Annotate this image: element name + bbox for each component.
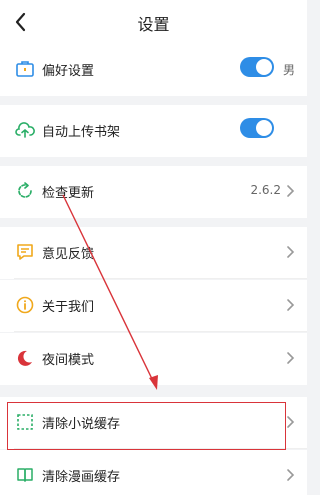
highlight-box <box>7 402 286 450</box>
row-clear-comic-cache[interactable]: 清除漫画缓存 <box>0 450 307 495</box>
check-update-label: 检查更新 <box>42 186 95 201</box>
feedback-label: 意见反馈 <box>42 247 95 262</box>
preferences-label: 偏好设置 <box>42 64 95 79</box>
cloud-upload-icon <box>15 122 35 138</box>
row-night-mode[interactable]: 夜间模式 <box>0 333 307 385</box>
toggle-knob <box>256 59 272 75</box>
auto-upload-toggle[interactable] <box>240 118 274 138</box>
chevron-right-icon <box>287 352 295 364</box>
divider <box>14 278 307 279</box>
gender-toggle[interactable] <box>240 57 274 77</box>
feedback-icon <box>17 244 33 260</box>
book-icon <box>17 468 33 482</box>
refresh-icon <box>18 182 32 198</box>
row-auto-upload[interactable]: 自动上传书架 <box>0 105 307 157</box>
about-label: 关于我们 <box>42 300 95 315</box>
briefcase-icon <box>16 61 34 77</box>
chevron-right-icon <box>287 185 295 197</box>
chevron-right-icon <box>287 299 295 311</box>
clear-comic-cache-label: 清除漫画缓存 <box>42 470 121 485</box>
row-about[interactable]: 关于我们 <box>0 280 307 332</box>
gender-value: 男 <box>282 63 295 77</box>
page-title: 设置 <box>137 15 170 34</box>
version-value: 2.6.2 <box>250 183 281 197</box>
night-mode-label: 夜间模式 <box>42 353 95 368</box>
chevron-right-icon <box>287 246 295 258</box>
divider <box>14 331 307 332</box>
row-preferences[interactable]: 偏好设置 男 <box>0 44 307 96</box>
auto-upload-label: 自动上传书架 <box>42 125 121 140</box>
toggle-knob <box>256 120 272 136</box>
row-check-update[interactable]: 检查更新 2.6.2 <box>0 166 307 218</box>
row-feedback[interactable]: 意见反馈 <box>0 227 307 279</box>
nav-header: 设置 <box>0 0 307 44</box>
chevron-right-icon <box>287 416 295 428</box>
chevron-right-icon <box>287 469 295 481</box>
moon-icon <box>17 350 32 366</box>
info-icon <box>16 296 34 314</box>
